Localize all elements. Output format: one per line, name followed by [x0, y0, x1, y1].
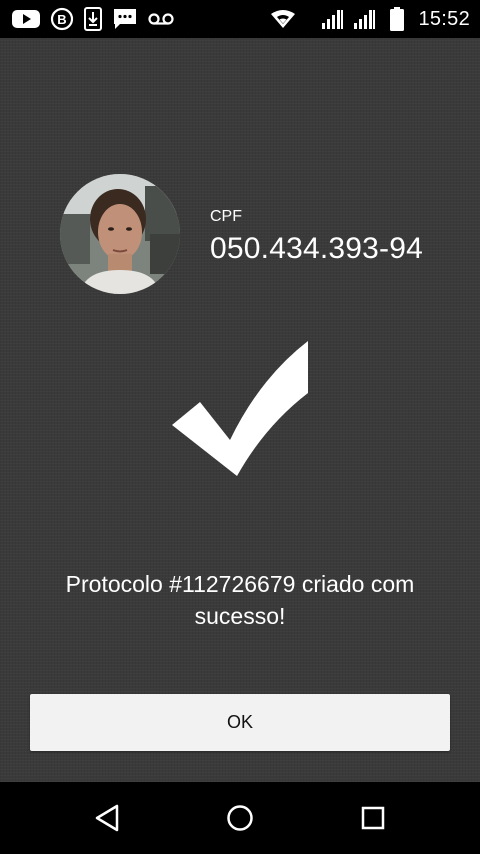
- protocol-confirmation-screen: CPF 050.434.393-94 Protocolo #112726679 …: [0, 38, 480, 782]
- ok-button[interactable]: OK: [30, 694, 450, 751]
- success-message: Protocolo #112726679 criado com sucesso!: [65, 571, 415, 629]
- back-icon[interactable]: [89, 800, 125, 836]
- home-icon[interactable]: [222, 800, 258, 836]
- recents-icon[interactable]: [355, 800, 391, 836]
- voicemail-icon: [148, 6, 174, 32]
- cpf-label: CPF: [210, 208, 242, 225]
- signal-icon: [354, 6, 376, 32]
- sms-icon: [112, 6, 138, 32]
- svg-text:B: B: [57, 12, 66, 27]
- system-icons: 15:52: [270, 6, 470, 32]
- checkmark-icon: [170, 338, 310, 478]
- battery-icon: [390, 6, 405, 32]
- download-icon: [84, 6, 102, 32]
- status-bar: B 15:52: [0, 0, 480, 38]
- cpf-value: 050.434.393-94: [210, 232, 423, 265]
- status-clock: 15:52: [418, 7, 470, 30]
- b-badge-icon: B: [50, 6, 74, 32]
- youtube-icon: [12, 6, 40, 32]
- signal-icon: [322, 6, 344, 32]
- notification-icons: B: [12, 6, 174, 32]
- navigation-bar: [0, 782, 480, 854]
- wifi-icon: [270, 6, 296, 32]
- avatar: [60, 174, 180, 294]
